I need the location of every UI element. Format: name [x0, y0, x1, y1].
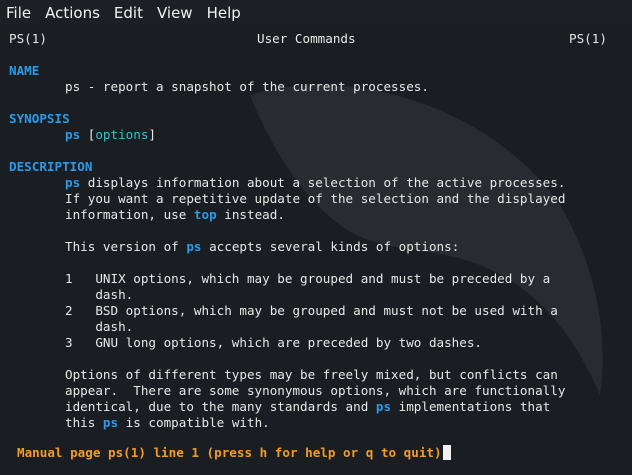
- option-2-line-a: 2 BSD options, which may be grouped and …: [65, 303, 558, 318]
- option-1-line-a: 1 UNIX options, which may be grouped and…: [65, 271, 551, 286]
- synopsis-cmd: ps: [65, 127, 81, 142]
- mix-line-4-pre: this: [65, 415, 103, 430]
- terminal-area[interactable]: PS(1) User Commands PS(1) NAME ps - repo…: [0, 25, 632, 475]
- man-header-right: PS(1): [569, 31, 607, 46]
- synopsis-open: [: [80, 127, 96, 142]
- desc-line-1: ps displays information about a selectio…: [65, 175, 565, 191]
- menu-help[interactable]: Help: [207, 4, 241, 22]
- pager-status-line: Manual page ps(1) line 1 (press h for he…: [17, 445, 451, 461]
- option-1-line-b: dash.: [65, 287, 134, 302]
- menu-file[interactable]: File: [6, 4, 31, 22]
- mix-line-2: appear. There are some synonymous option…: [65, 383, 566, 398]
- desc-cmd-top: top: [193, 207, 217, 222]
- version-pre: This version of: [65, 239, 187, 254]
- mix-cmd-ps-2: ps: [102, 415, 119, 430]
- mix-line-4-post: is compatible with.: [118, 415, 270, 430]
- man-header-center: User Commands: [257, 31, 356, 46]
- synopsis-option: options: [95, 127, 149, 142]
- mix-line-3: identical, due to the many standards and…: [65, 399, 550, 415]
- option-3-line: 3 GNU long options, which are preceded b…: [65, 335, 483, 350]
- desc-line-3-post: instead.: [216, 207, 285, 222]
- version-post: accepts several kinds of options:: [201, 239, 460, 254]
- description-heading: DESCRIPTION: [9, 159, 93, 174]
- desc-line-3: information, use top instead.: [65, 207, 285, 223]
- synopsis-line: ps [options]: [65, 127, 156, 143]
- desc-line-3-pre: information, use: [65, 207, 194, 222]
- desc-line-2: If you want a repetitive update of the s…: [65, 191, 566, 206]
- mix-cmd-ps: ps: [375, 399, 392, 414]
- name-heading: NAME: [9, 63, 40, 78]
- mix-line-3-pre: identical, due to the many standards and: [65, 399, 376, 414]
- version-line: This version of ps accepts several kinds…: [65, 239, 459, 255]
- menu-edit[interactable]: Edit: [114, 4, 143, 22]
- synopsis-heading: SYNOPSIS: [9, 111, 70, 126]
- menu-view[interactable]: View: [157, 4, 193, 22]
- version-cmd-ps: ps: [186, 239, 202, 254]
- mix-line-3-post: implementations that: [391, 399, 551, 414]
- mix-line-1: Options of different types may be freely…: [65, 367, 558, 382]
- desc-line-1-text: displays information about a selection o…: [80, 175, 566, 190]
- desc-cmd-ps: ps: [65, 175, 81, 190]
- menu-actions[interactable]: Actions: [45, 4, 100, 22]
- name-text: ps - report a snapshot of the current pr…: [65, 79, 429, 94]
- option-2-line-b: dash.: [65, 319, 134, 334]
- synopsis-close: ]: [148, 127, 157, 142]
- text-cursor: [442, 445, 451, 460]
- pager-status-text: Manual page ps(1) line 1 (press h for he…: [17, 445, 442, 460]
- man-header-left: PS(1): [9, 31, 47, 46]
- mix-line-4: this ps is compatible with.: [65, 415, 270, 431]
- menu-bar: File Actions Edit View Help: [0, 0, 632, 25]
